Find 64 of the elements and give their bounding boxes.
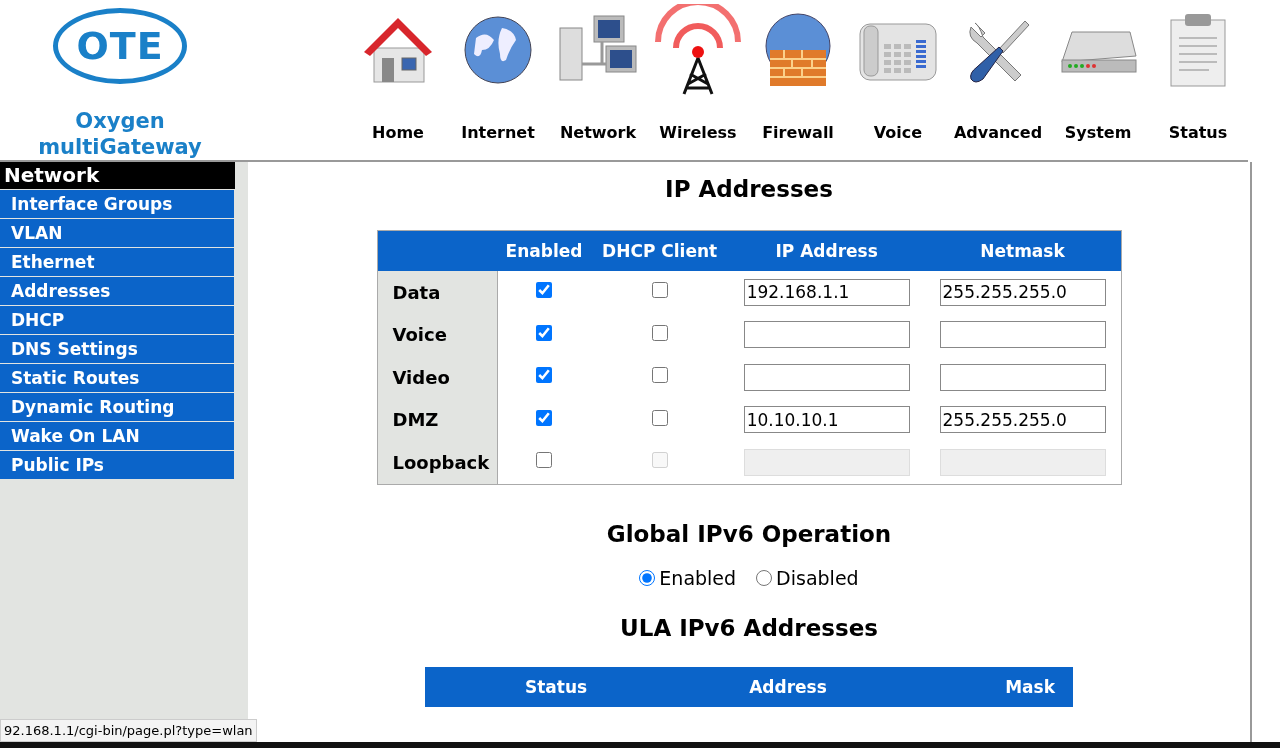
row-label: Video	[377, 356, 498, 399]
enabled-checkbox[interactable]	[536, 367, 553, 384]
section-title: IP Addresses	[665, 176, 833, 202]
sidebar-item[interactable]: DHCP	[0, 305, 234, 334]
column-header: Mask	[1005, 676, 1055, 697]
nav-item[interactable]: Firewall	[748, 0, 848, 160]
nav-item[interactable]: System	[1048, 0, 1148, 160]
dhcp-checkbox[interactable]	[651, 324, 668, 341]
column-header: Netmask	[924, 230, 1121, 271]
radio-button[interactable]	[756, 569, 773, 586]
nav-item[interactable]: Home	[348, 0, 448, 160]
sidebar-title: Network	[0, 162, 235, 189]
section-title: ULA IPv6 Addresses	[620, 614, 878, 641]
globe-icon	[462, 14, 534, 86]
ip-address-field[interactable]: 10.10.10.1	[743, 406, 910, 434]
sidebar-item[interactable]: VLAN	[0, 218, 234, 247]
nav-item[interactable]: Advanced	[948, 0, 1048, 160]
ip-address-field[interactable]: 192.168.1.1	[743, 278, 910, 306]
status-url-tooltip: 92.168.1.1/cgi-bin/page.pl?type=wlan	[0, 719, 257, 742]
brand-logo: OTE	[53, 8, 187, 84]
product-name: Oxygen	[75, 108, 165, 134]
netmask-field[interactable]	[939, 363, 1106, 391]
row-label: DMZ	[377, 398, 498, 441]
enabled-checkbox[interactable]	[536, 409, 553, 426]
netmask-field[interactable]	[939, 321, 1106, 349]
radio-label[interactable]: Disabled	[776, 566, 859, 589]
nav-item[interactable]: Network	[548, 0, 648, 160]
enabled-checkbox[interactable]	[536, 324, 553, 341]
column-header: Enabled	[497, 230, 591, 271]
clipboard-icon	[1169, 12, 1227, 88]
nav-item[interactable]: Internet	[448, 0, 548, 160]
sidebar-item[interactable]: Static Routes	[0, 363, 234, 392]
product-name: multiGateway	[38, 134, 202, 160]
section-title: Global IPv6 Operation	[606, 520, 892, 547]
netmask-field[interactable]: 255.255.255.0	[939, 278, 1106, 306]
firewall-icon	[762, 12, 834, 88]
column-header: DHCP Client	[590, 230, 729, 271]
column-header: Address	[749, 676, 827, 697]
nav-item[interactable]: Voice	[848, 0, 948, 160]
ip-address-field[interactable]	[743, 363, 910, 391]
column-header: IP Address	[728, 230, 925, 271]
dhcp-checkbox[interactable]	[651, 367, 668, 384]
sidebar-item[interactable]: Ethernet	[0, 247, 234, 276]
dhcp-checkbox[interactable]	[651, 409, 668, 426]
nav-item[interactable]: Status	[1148, 0, 1248, 160]
netmask-field[interactable]: 255.255.255.0	[939, 406, 1106, 434]
sidebar-item[interactable]: Dynamic Routing	[0, 392, 234, 421]
column-header: Status	[525, 676, 588, 697]
enabled-checkbox[interactable]	[536, 452, 553, 469]
sidebar-item[interactable]: DNS Settings	[0, 334, 234, 363]
row-label: Data	[377, 271, 498, 314]
row-label: Loopback	[377, 441, 498, 484]
sidebar-item[interactable]: Public IPs	[0, 450, 234, 479]
radio-button[interactable]	[639, 569, 656, 586]
dhcp-checkbox[interactable]	[651, 282, 668, 299]
radio-tower-icon	[652, 4, 744, 96]
row-label: Voice	[377, 313, 498, 356]
sidebar-item[interactable]: Addresses	[0, 276, 234, 305]
ip-address-field[interactable]	[743, 321, 910, 349]
radio-label[interactable]: Enabled	[659, 566, 737, 589]
sidebar-item[interactable]: Interface Groups	[0, 189, 234, 218]
sidebar-item[interactable]: Wake On LAN	[0, 421, 234, 450]
nav-item[interactable]: Wireless	[648, 0, 748, 160]
enabled-checkbox[interactable]	[536, 282, 553, 299]
